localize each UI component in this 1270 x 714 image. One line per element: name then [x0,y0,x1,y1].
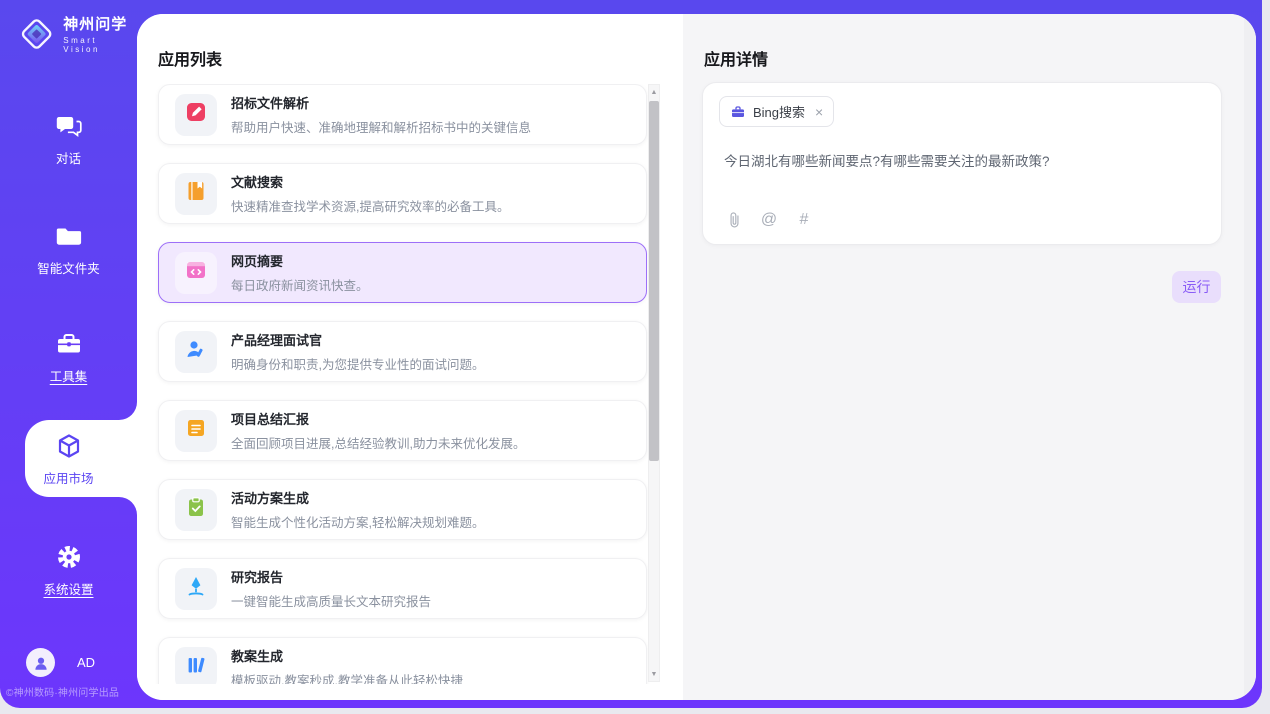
app-name: 神州问学 [63,13,137,34]
app-detail-panel: 应用详情 Bing搜索 × 今日湖北有哪些新闻要点?有哪些需要关注的最新政策? … [683,14,1256,700]
app-card-title: 招标文件解析 [231,93,531,112]
prompt-composer: Bing搜索 × 今日湖北有哪些新闻要点?有哪些需要关注的最新政策? @ # [702,82,1222,245]
app-card-title: 产品经理面试官 [231,330,484,349]
app-card-title: 项目总结汇报 [231,409,525,428]
folder-icon [55,222,83,250]
app-card-title: 教案生成 [231,646,463,665]
clipboard-check-icon [184,495,208,524]
app-card[interactable]: 网页摘要 每日政府新闻资讯快查。 [158,242,647,303]
scrollbar-up-icon[interactable]: ▲ [649,85,659,99]
app-window: 神州问学 Smart Vision 对话 智能文件夹 工具集 [0,0,1262,708]
gear-icon [55,543,83,571]
sidebar-item-toolset[interactable]: 工具集 [0,330,137,386]
content-shell: 应用列表 招标文件解析 帮助用户快速、准确地理解和解析招标书中的关键信息 文献搜… [137,14,1256,700]
app-card-title: 网页摘要 [231,251,369,270]
app-card[interactable]: 项目总结汇报 全面回顾项目进展,总结经验教训,助力未来优化发展。 [158,400,647,461]
app-card-desc: 一键智能生成高质量长文本研究报告 [231,591,431,610]
sidebar-item-smart-folder[interactable]: 智能文件夹 [0,222,137,278]
scrollbar-down-icon[interactable]: ▼ [649,667,659,681]
app-card-title: 活动方案生成 [231,488,484,507]
tool-tag-label: Bing搜索 [753,102,805,121]
app-detail-title: 应用详情 [704,46,768,70]
scrollbar-thumb[interactable] [649,101,659,461]
mention-icon[interactable]: @ [759,210,779,230]
briefcase-icon [730,104,746,120]
sidebar-item-chat[interactable]: 对话 [0,112,137,168]
sidebar-item-label: 智能文件夹 [37,262,100,276]
ink-pen-icon [184,574,208,603]
sidebar-notch-top [119,402,137,420]
cube-icon [55,432,83,460]
app-card-title: 研究报告 [231,567,431,586]
sidebar-item-label: 工具集 [50,370,88,384]
sidebar-item-label: 系统设置 [43,583,93,597]
sidebar-item-label: 对话 [56,152,81,166]
app-logo: 神州问学 Smart Vision [18,13,137,54]
logo-diamond-icon [18,15,55,53]
pencil-square-icon [184,100,208,129]
app-list-panel: 应用列表 招标文件解析 帮助用户快速、准确地理解和解析招标书中的关键信息 文献搜… [137,14,683,700]
prompt-input[interactable]: 今日湖北有哪些新闻要点?有哪些需要关注的最新政策? [724,152,1202,172]
app-card-list: 招标文件解析 帮助用户快速、准确地理解和解析招标书中的关键信息 文献搜索 快速精… [137,84,677,684]
user-initials: AD [77,655,95,670]
app-list-title: 应用列表 [158,46,222,70]
app-card-desc: 全面回顾项目进展,总结经验教训,助力未来优化发展。 [231,433,525,452]
books-icon [184,653,208,682]
app-card-desc: 快速精准查找学术资源,提高研究效率的必备工具。 [231,196,509,215]
app-card[interactable]: 文献搜索 快速精准查找学术资源,提高研究效率的必备工具。 [158,163,647,224]
app-list-viewport: 招标文件解析 帮助用户快速、准确地理解和解析招标书中的关键信息 文献搜索 快速精… [137,84,677,684]
book-icon [184,179,208,208]
app-card[interactable]: 教案生成 模板驱动,教案秒成,教学准备从此轻松快捷 [158,637,647,684]
copyright-footer: ©神州数码·神州问学出品 [6,684,137,699]
tool-tag-bing-search[interactable]: Bing搜索 × [719,96,834,127]
chat-icon [55,112,83,140]
app-card[interactable]: 活动方案生成 智能生成个性化活动方案,轻松解决规划难题。 [158,479,647,540]
app-card[interactable]: 产品经理面试官 明确身份和职责,为您提供专业性的面试问题。 [158,321,647,382]
app-card-desc: 每日政府新闻资讯快查。 [231,275,369,294]
app-card-title: 文献搜索 [231,172,509,191]
toolbox-icon [55,330,83,358]
person-icon [32,654,50,672]
sidebar-item-settings[interactable]: 系统设置 [0,543,137,599]
app-card-desc: 帮助用户快速、准确地理解和解析招标书中的关键信息 [231,117,531,136]
user-account[interactable]: AD [26,648,95,677]
detail-scroll-gutter [1244,14,1256,700]
app-card[interactable]: 研究报告 一键智能生成高质量长文本研究报告 [158,558,647,619]
attachment-icon[interactable] [724,210,744,230]
close-icon[interactable]: × [815,105,823,119]
app-list-scrollbar[interactable]: ▲ ▼ [648,84,660,682]
app-subtitle: Smart Vision [63,36,137,54]
sidebar-item-app-market[interactable]: 应用市场 [0,432,137,488]
avatar [26,648,55,677]
sidebar: 神州问学 Smart Vision 对话 智能文件夹 工具集 [0,0,137,708]
composer-toolbar: @ # [724,210,814,230]
app-card-desc: 智能生成个性化活动方案,轻松解决规划难题。 [231,512,484,531]
sidebar-notch-bottom [119,497,137,515]
app-card[interactable]: 招标文件解析 帮助用户快速、准确地理解和解析招标书中的关键信息 [158,84,647,145]
note-icon [184,416,208,445]
browser-code-icon [184,258,208,287]
app-card-desc: 模板驱动,教案秒成,教学准备从此轻松快捷 [231,670,463,684]
hashtag-icon[interactable]: # [794,210,814,230]
app-card-desc: 明确身份和职责,为您提供专业性的面试问题。 [231,354,484,373]
interviewer-icon [184,337,208,366]
run-button[interactable]: 运行 [1172,271,1221,303]
sidebar-item-label: 应用市场 [43,472,93,486]
